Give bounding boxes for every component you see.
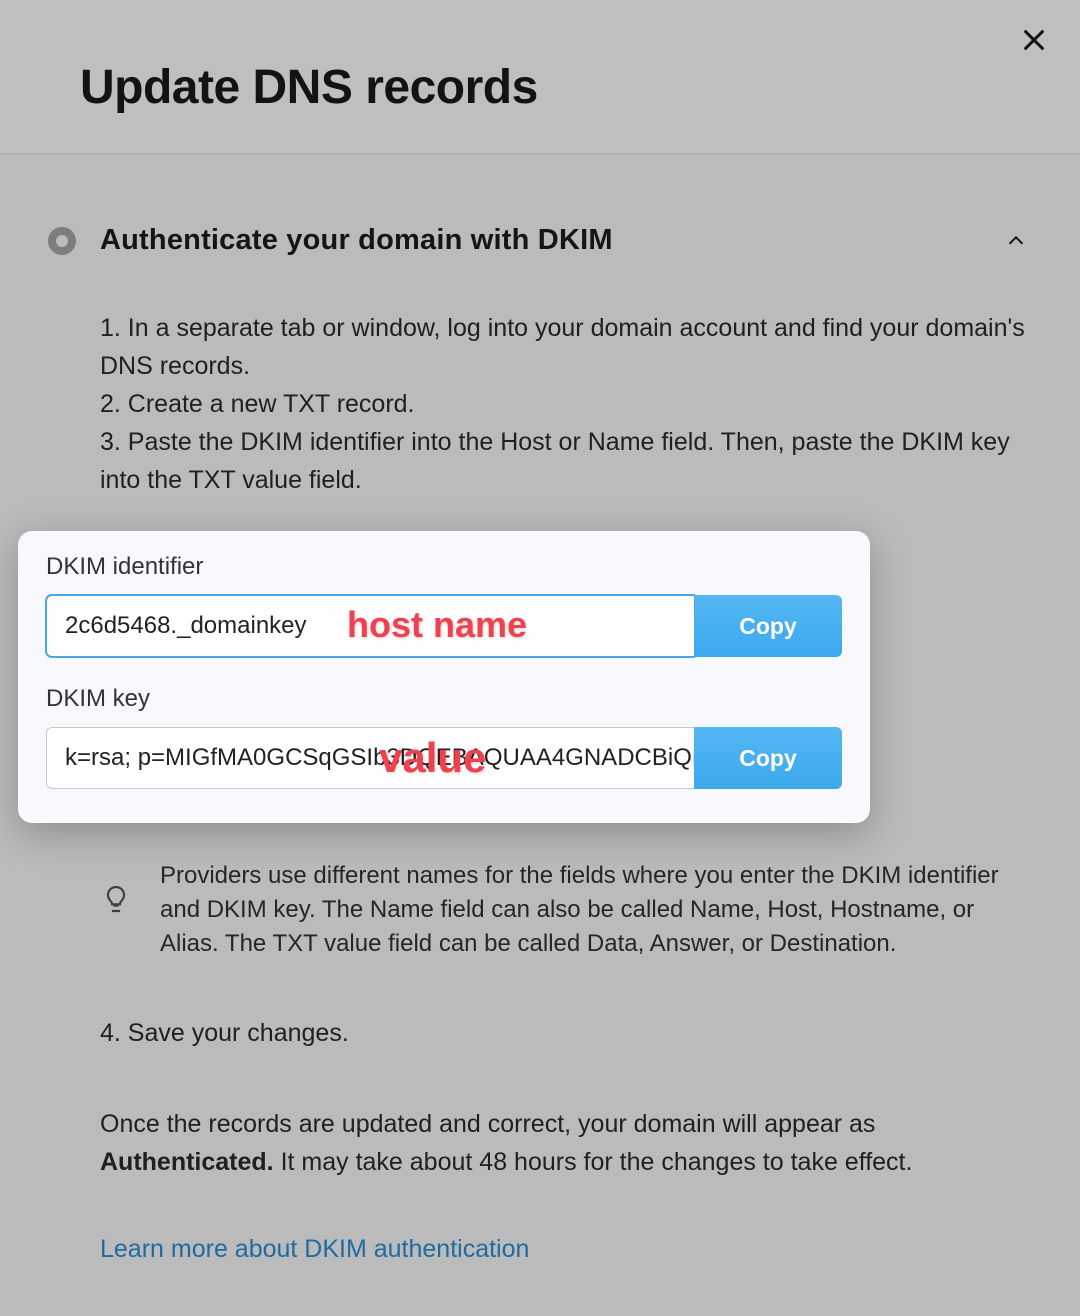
- step-4: 4. Save your changes.: [100, 1019, 1032, 1048]
- learn-more-link[interactable]: Learn more about DKIM authentication: [100, 1235, 529, 1264]
- instruction-steps: 1. In a separate tab or window, log into…: [100, 309, 1032, 499]
- dkim-identifier-group: DKIM identifier 2c6d5468._domainkey host…: [46, 553, 842, 657]
- close-icon: [1020, 26, 1048, 54]
- section-header[interactable]: Authenticate your domain with DKIM: [48, 224, 1032, 257]
- dkim-card: DKIM identifier 2c6d5468._domainkey host…: [18, 531, 870, 823]
- dkim-key-group: DKIM key k=rsa; p=MIGfMA0GCSqGSIb3DQEBAQ…: [46, 685, 842, 789]
- summary-post: It may take about 48 hours for the chang…: [274, 1148, 913, 1176]
- dkim-identifier-label: DKIM identifier: [46, 553, 842, 581]
- provider-tip-text: Providers use different names for the fi…: [160, 859, 1032, 961]
- copy-identifier-button[interactable]: Copy: [694, 595, 842, 657]
- lightbulb-icon: [100, 883, 132, 915]
- chevron-up-icon: [1005, 230, 1027, 252]
- completion-summary: Once the records are updated and correct…: [100, 1106, 1032, 1181]
- summary-bold: Authenticated.: [100, 1148, 274, 1176]
- collapse-toggle[interactable]: [1000, 225, 1032, 257]
- close-button[interactable]: [1014, 20, 1054, 60]
- provider-tip: Providers use different names for the fi…: [100, 859, 1032, 961]
- copy-key-button[interactable]: Copy: [694, 727, 842, 789]
- status-incomplete-icon: [48, 227, 76, 255]
- annotation-host-name: host name: [347, 604, 527, 646]
- modal-content: Authenticate your domain with DKIM 1. In…: [0, 154, 1080, 1304]
- summary-pre: Once the records are updated and correct…: [100, 1110, 875, 1138]
- step-2: 2. Create a new TXT record.: [100, 385, 1032, 423]
- dkim-key-label: DKIM key: [46, 685, 842, 713]
- dkim-identifier-input[interactable]: 2c6d5468._domainkey host name: [46, 595, 694, 657]
- step-3: 3. Paste the DKIM identifier into the Ho…: [100, 423, 1032, 499]
- modal-header: Update DNS records: [0, 0, 1080, 154]
- section-title: Authenticate your domain with DKIM: [100, 224, 976, 257]
- page-title: Update DNS records: [80, 60, 1000, 115]
- dkim-key-value: k=rsa; p=MIGfMA0GCSqGSIb3DQEBAQUAA4GNADC…: [65, 744, 694, 772]
- dkim-key-input[interactable]: k=rsa; p=MIGfMA0GCSqGSIb3DQEBAQUAA4GNADC…: [46, 727, 694, 789]
- step-1: 1. In a separate tab or window, log into…: [100, 309, 1032, 385]
- dkim-identifier-value: 2c6d5468._domainkey: [65, 612, 307, 640]
